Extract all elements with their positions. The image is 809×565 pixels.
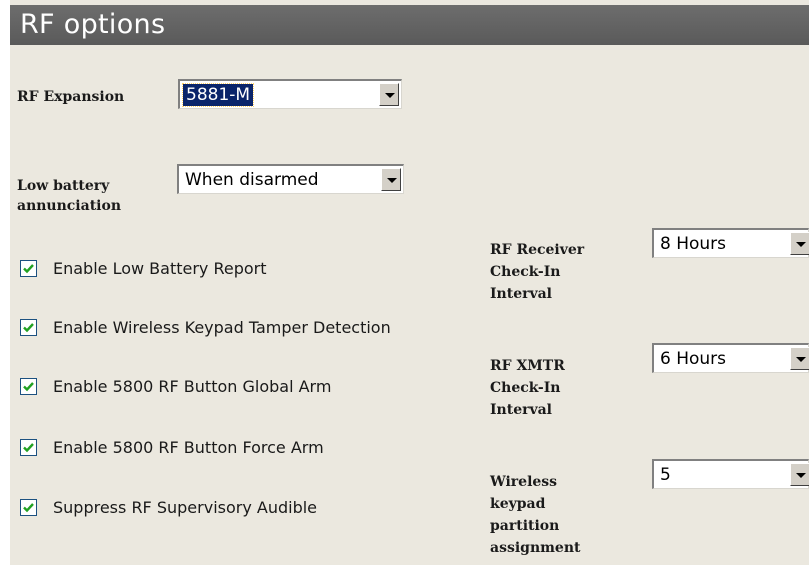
xmtr-checkin-label-line1: RF XMTR [490, 358, 565, 374]
checkmark-icon [23, 323, 34, 333]
low-battery-label-line2: annunciation [17, 198, 122, 214]
checkmark-icon [23, 503, 34, 513]
low-battery-value: When disarmed [185, 170, 319, 190]
checkbox-label: Enable 5800 RF Button Force Arm [53, 438, 324, 457]
rf-expansion-label: RF Expansion [17, 89, 125, 105]
section-header: RF options [10, 5, 809, 45]
chevron-down-icon[interactable] [379, 83, 399, 106]
checkbox[interactable] [20, 499, 37, 516]
low-battery-select[interactable]: When disarmed [177, 164, 404, 194]
keypad-partition-label-line2: keypad [490, 496, 546, 512]
xmtr-checkin-label-line2: Check-In [490, 380, 561, 396]
low-battery-label-line1: Low battery [17, 178, 110, 194]
keypad-partition-label-line3: partition [490, 518, 560, 534]
keypad-partition-label-line1: Wireless [490, 474, 558, 490]
checkbox-label: Enable 5800 RF Button Global Arm [53, 377, 332, 396]
rf-expansion-value: 5881-M [181, 83, 255, 107]
xmtr-checkin-value: 6 Hours [660, 349, 727, 369]
chevron-down-icon[interactable] [790, 347, 809, 370]
section-title: RF options [20, 9, 166, 40]
keypad-partition-select[interactable]: 5 [652, 459, 809, 489]
checkbox[interactable] [20, 260, 37, 277]
receiver-checkin-value: 8 Hours [660, 234, 727, 254]
receiver-checkin-label-line3: Interval [490, 286, 553, 302]
chevron-down-icon[interactable] [790, 232, 809, 255]
checkbox-label: Enable Low Battery Report [53, 259, 267, 278]
checkbox-label: Suppress RF Supervisory Audible [53, 498, 318, 517]
checkbox-label: Enable Wireless Keypad Tamper Detection [53, 318, 391, 337]
checkmark-icon [23, 443, 34, 453]
rf-expansion-select[interactable]: 5881-M [178, 79, 402, 109]
checkmark-icon [23, 264, 34, 274]
checkbox[interactable] [20, 439, 37, 456]
receiver-checkin-label-line1: RF Receiver [490, 242, 585, 258]
chevron-down-icon[interactable] [381, 168, 401, 191]
chevron-down-icon[interactable] [790, 463, 809, 486]
xmtr-checkin-select[interactable]: 6 Hours [652, 343, 809, 373]
xmtr-checkin-label-line3: Interval [490, 402, 553, 418]
keypad-partition-value: 5 [660, 465, 671, 485]
receiver-checkin-select[interactable]: 8 Hours [652, 228, 809, 258]
receiver-checkin-label-line2: Check-In [490, 264, 561, 280]
checkbox[interactable] [20, 378, 37, 395]
keypad-partition-label-line4: assignment [490, 540, 581, 556]
checkmark-icon [23, 382, 34, 392]
checkbox[interactable] [20, 319, 37, 336]
